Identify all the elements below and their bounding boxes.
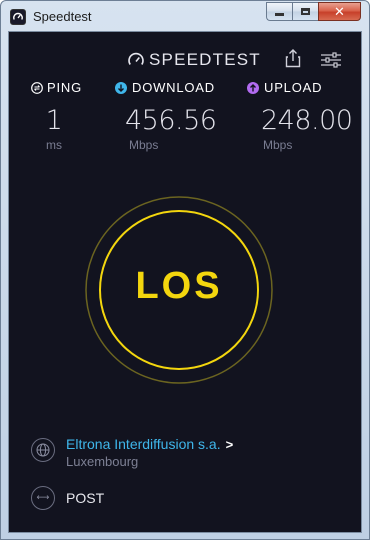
ping-unit: ms (46, 138, 62, 152)
ping-label: PING (47, 80, 82, 95)
start-button-label: LOS (135, 265, 223, 307)
connection-icon: ⟷ (31, 486, 55, 510)
start-test-button[interactable]: LOS (84, 195, 274, 385)
brand-header: SPEEDTEST (127, 50, 261, 70)
upload-metric: UPLOAD 248.00 Mbps (247, 80, 353, 152)
server-location: Luxembourg (66, 454, 139, 469)
download-header: DOWNLOAD (115, 80, 215, 95)
title-bar[interactable]: Speedtest ✕ (1, 1, 369, 31)
minimize-button[interactable] (266, 2, 292, 21)
isp-name: POST (66, 490, 105, 506)
server-selector[interactable]: Eltrona Interdiffusion s.a. > Luxembourg (31, 434, 351, 470)
upload-unit: Mbps (263, 138, 293, 152)
upload-arrow-icon (247, 81, 259, 94)
speedtest-logo-icon (128, 52, 144, 65)
app-icon[interactable] (10, 9, 26, 25)
window-title: Speedtest (33, 9, 92, 24)
app-window: Speedtest ✕ SPEEDTEST PING 1 ms DOWNLOAD… (0, 0, 370, 540)
maximize-button[interactable] (292, 2, 318, 21)
ping-value: 1 (45, 105, 63, 136)
server-name-text[interactable]: Eltrona Interdiffusion s.a. (66, 436, 221, 452)
minimize-icon (275, 13, 284, 16)
window-controls: ✕ (266, 2, 361, 21)
close-icon: ✕ (334, 3, 345, 19)
speedtest-panel: SPEEDTEST PING 1 ms DOWNLOAD 456.56 Mbps… (8, 31, 362, 533)
upload-header: UPLOAD (247, 80, 347, 95)
download-arrow-icon (115, 81, 127, 94)
brand-name: SPEEDTEST (149, 50, 261, 69)
ping-metric: PING 1 ms (31, 80, 91, 152)
settings-icon[interactable] (321, 52, 341, 68)
download-unit: Mbps (129, 138, 159, 152)
ping-icon (31, 81, 43, 94)
download-label: DOWNLOAD (132, 80, 215, 95)
ping-header: PING (31, 80, 91, 95)
maximize-icon (301, 8, 310, 15)
server-name[interactable]: Eltrona Interdiffusion s.a. > (66, 436, 233, 452)
chevron-right-icon: > (225, 437, 234, 452)
download-metric: DOWNLOAD 456.56 Mbps (115, 80, 217, 152)
isp-info: ⟷ POST (31, 484, 331, 514)
download-value: 456.56 (125, 105, 217, 136)
close-button[interactable]: ✕ (318, 2, 361, 21)
upload-value: 248.00 (261, 105, 353, 136)
upload-label: UPLOAD (264, 80, 323, 95)
globe-icon (31, 438, 55, 462)
share-icon[interactable] (285, 49, 301, 68)
